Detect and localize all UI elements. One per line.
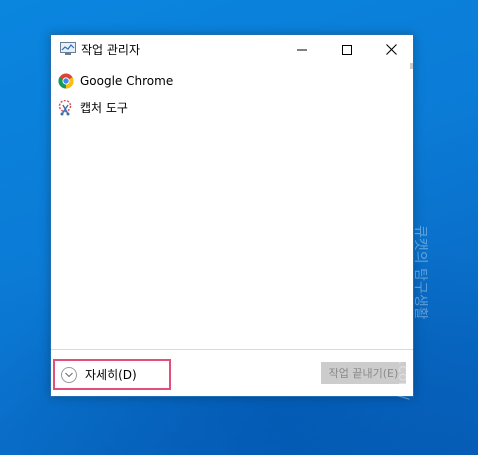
minimize-button[interactable] <box>279 35 324 63</box>
watermark: 큐캣의 탐구생활 https://cucat.tistory.com/ <box>394 225 428 400</box>
chrome-icon <box>58 73 74 89</box>
chevron-down-icon <box>61 366 77 383</box>
close-button[interactable] <box>369 35 414 63</box>
details-button[interactable]: 자세히(D) <box>53 359 171 390</box>
app-name: 캡처 도구 <box>80 101 128 115</box>
window-title: 작업 관리자 <box>81 43 141 57</box>
title-bar[interactable]: 작업 관리자 <box>51 35 413 63</box>
list-item-chrome[interactable]: Google Chrome <box>51 67 413 94</box>
maximize-button[interactable] <box>324 35 369 63</box>
footer: 자세히(D) 작업 끝내기(E) <box>51 350 413 396</box>
snipping-tool-icon <box>58 99 74 116</box>
task-manager-window: 작업 관리자 Google Chrome 캡처 도구 자세히(D) 작업 끝내기… <box>50 34 414 397</box>
end-task-button[interactable]: 작업 끝내기(E) <box>321 362 406 384</box>
app-list: Google Chrome 캡처 도구 <box>51 67 413 121</box>
maximize-icon <box>341 40 352 59</box>
minimize-icon <box>296 40 307 59</box>
task-manager-icon <box>60 41 76 55</box>
list-item-snipping-tool[interactable]: 캡처 도구 <box>51 94 413 121</box>
close-icon <box>386 40 397 59</box>
app-name: Google Chrome <box>80 73 174 88</box>
watermark-line-1: 큐캣의 탐구생활 <box>412 225 428 320</box>
details-label: 자세히(D) <box>85 368 137 382</box>
watermark-line-2: https://cucat.tistory.com/ <box>395 225 411 400</box>
